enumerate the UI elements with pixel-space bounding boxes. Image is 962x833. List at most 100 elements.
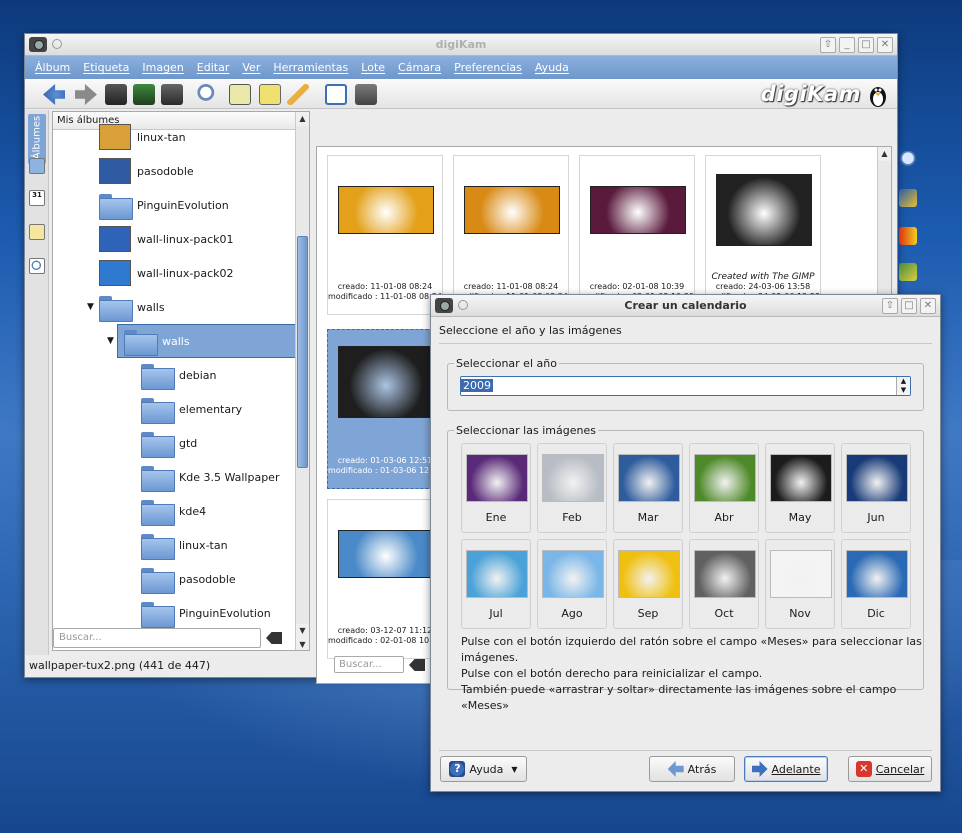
tree-item[interactable]: linux-tan (141, 528, 228, 562)
expander-icon[interactable]: ▼ (107, 336, 114, 346)
tree-item[interactable]: pasodoble (99, 154, 194, 188)
thumbnail-card[interactable]: creado: 01-03-06 12:51 modificado : 01-03… (327, 329, 443, 489)
grid-clear-search-icon[interactable] (409, 659, 425, 671)
month-cell[interactable]: Nov (765, 539, 835, 629)
geolocation-icon[interactable] (899, 263, 917, 281)
camera-icon[interactable] (161, 84, 183, 105)
search-icon[interactable] (29, 258, 45, 274)
scroll-down-icon-2[interactable]: ▼ (296, 638, 309, 650)
thumbnail-image[interactable] (716, 174, 812, 246)
menu-item[interactable]: Álbum (35, 61, 70, 74)
month-cell[interactable]: Ene (461, 443, 531, 533)
thumbnail-card[interactable]: creado: 02-01-08 10:39modificado : 02-01… (579, 155, 695, 315)
tree-item[interactable]: walls (117, 324, 296, 358)
month-image[interactable] (770, 550, 832, 598)
month-image[interactable] (542, 454, 604, 502)
scroll-up-icon[interactable]: ▲ (296, 112, 309, 126)
camera-download-icon[interactable] (105, 84, 127, 105)
tree-item[interactable]: wall-linux-pack02 (99, 256, 234, 290)
keep-above-icon[interactable]: ⇧ (882, 298, 898, 314)
spin-arrows-icon[interactable]: ▲ ▼ (896, 377, 910, 395)
month-image[interactable] (618, 454, 680, 502)
menu-item[interactable]: Preferencias (454, 61, 522, 74)
month-cell[interactable]: Feb (537, 443, 607, 533)
scroll-down-icon[interactable]: ▼ (296, 624, 309, 638)
tree-item[interactable]: Kde 3.5 Wallpaper (141, 460, 279, 494)
tree-item[interactable]: kde4 (141, 494, 206, 528)
month-image[interactable] (770, 454, 832, 502)
year-spinbox[interactable]: 2009 ▲ ▼ (460, 376, 911, 396)
keep-above-icon[interactable]: ⇧ (820, 37, 836, 53)
thumbnail-card[interactable]: creado: 03-12-07 11:12 modificado : 02-01… (327, 499, 443, 659)
maximize-icon[interactable]: □ (901, 298, 917, 314)
menu-item[interactable]: Cámara (398, 61, 441, 74)
grid-scroll-up-icon[interactable]: ▲ (878, 147, 891, 161)
help-button[interactable]: ? Ayuda ▼ (440, 756, 527, 782)
back-arrow-icon[interactable] (43, 84, 65, 105)
tag-icon[interactable] (29, 224, 45, 240)
grid-search-input[interactable]: Buscar... (334, 656, 404, 673)
menu-item[interactable]: Ayuda (535, 61, 569, 74)
menu-item[interactable]: Imagen (142, 61, 183, 74)
dialog-titlebar[interactable]: Crear un calendario ⇧ □ ✕ (431, 295, 940, 317)
expander-icon[interactable]: ▼ (87, 302, 94, 312)
tree-item[interactable]: walls (99, 290, 165, 324)
edit-image-icon[interactable] (259, 84, 281, 105)
thumbnail-image[interactable] (338, 186, 434, 234)
album-tree-scrollbar[interactable]: ▲ ▼ ▼ (295, 112, 309, 650)
month-image[interactable] (542, 550, 604, 598)
month-image[interactable] (618, 550, 680, 598)
cancel-button[interactable]: ✕ Cancelar (848, 756, 932, 782)
scrollbar-handle[interactable] (297, 236, 308, 468)
menu-item[interactable]: Lote (361, 61, 385, 74)
month-cell[interactable]: Abr (689, 443, 759, 533)
tree-item[interactable]: pasodoble (141, 562, 236, 596)
month-image[interactable] (694, 454, 756, 502)
thumbnail-image[interactable] (590, 186, 686, 234)
thumbnail-image[interactable] (464, 186, 560, 234)
close-icon[interactable]: ✕ (920, 298, 936, 314)
month-image[interactable] (466, 454, 528, 502)
tree-item[interactable]: linux-tan (99, 120, 186, 154)
tab-albums[interactable]: Álbumes (28, 114, 46, 164)
fullscreen-icon[interactable] (325, 84, 347, 105)
menu-item[interactable]: Etiqueta (83, 61, 129, 74)
month-image[interactable] (694, 550, 756, 598)
light-bulb-icon[interactable] (899, 151, 917, 169)
tree-item[interactable]: elementary (141, 392, 242, 426)
tree-item[interactable]: debian (141, 358, 217, 392)
image-view-icon[interactable] (229, 84, 251, 105)
calendar-icon[interactable]: 31 (29, 190, 45, 206)
folder-view-icon[interactable] (29, 158, 45, 174)
minimize-icon[interactable]: _ (839, 37, 855, 53)
thumbnail-image[interactable] (338, 346, 434, 418)
close-icon[interactable]: ✕ (877, 37, 893, 53)
slideshow-icon[interactable] (355, 84, 377, 105)
month-image[interactable] (846, 550, 908, 598)
maximize-icon[interactable]: □ (858, 37, 874, 53)
month-cell[interactable]: Jul (461, 539, 531, 629)
month-cell[interactable]: Jun (841, 443, 911, 533)
thumbnail-card[interactable]: creado: 11-01-08 08:24modificado : 11-01… (453, 155, 569, 315)
next-button[interactable]: Adelante (744, 756, 828, 782)
month-cell[interactable]: Dic (841, 539, 911, 629)
month-cell[interactable]: Mar (613, 443, 683, 533)
thumbnail-card[interactable]: creado: 11-01-08 08:24modificado : 11-01… (327, 155, 443, 315)
month-cell[interactable]: Ago (537, 539, 607, 629)
menu-item[interactable]: Editar (197, 61, 230, 74)
import-icon[interactable] (133, 84, 155, 105)
month-image[interactable] (846, 454, 908, 502)
magnifier-icon[interactable] (197, 84, 219, 105)
thumbnail-image[interactable] (338, 530, 434, 578)
month-cell[interactable]: May (765, 443, 835, 533)
year-value[interactable]: 2009 (461, 379, 493, 392)
forward-arrow-icon[interactable] (75, 84, 97, 105)
back-button[interactable]: Atrás (649, 756, 735, 782)
month-cell[interactable]: Oct (689, 539, 759, 629)
menu-item[interactable]: Herramientas (273, 61, 348, 74)
tree-item[interactable]: PinguinEvolution (99, 188, 229, 222)
tree-item[interactable]: PinguinEvolution (141, 596, 271, 630)
info-icon[interactable] (899, 189, 917, 207)
window-titlebar[interactable]: digiKam ⇧ _ □ ✕ (25, 34, 897, 56)
album-search-input[interactable]: Buscar... (53, 628, 261, 648)
